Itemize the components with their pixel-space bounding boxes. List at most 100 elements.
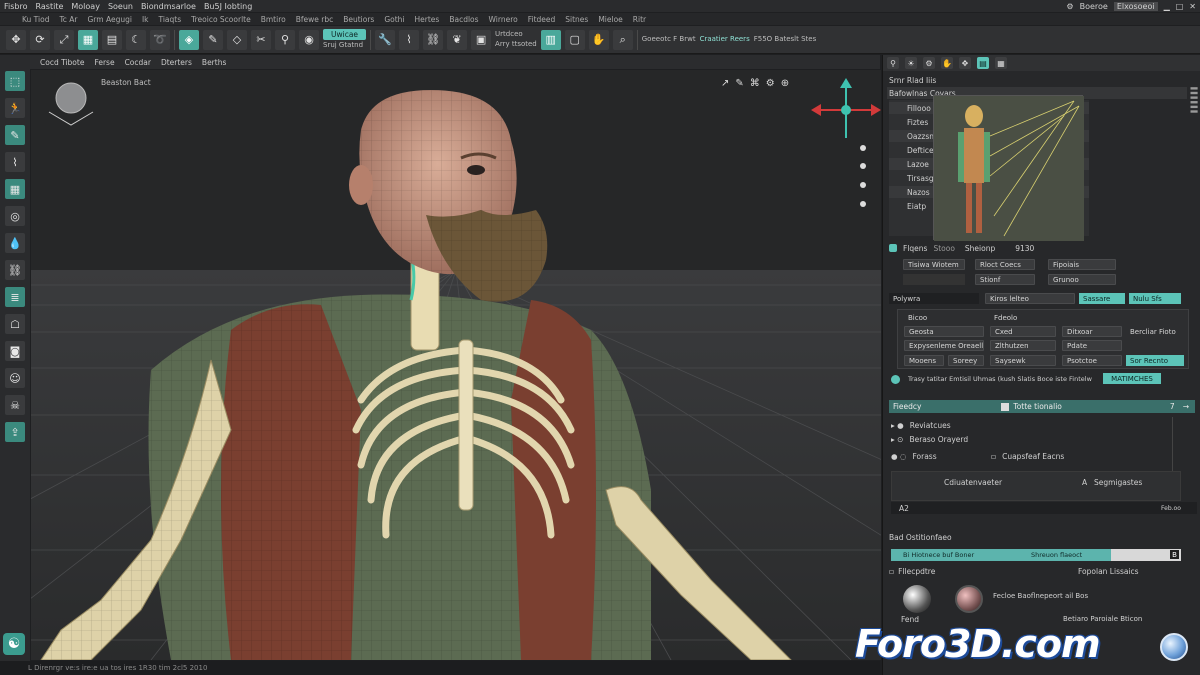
diamond-tool-icon[interactable]: ◇ [227, 29, 247, 50]
orbit-icon[interactable]: ◎ [5, 206, 25, 226]
material-button[interactable]: Fecloe Baoflnepeort ail Bos [993, 590, 1088, 602]
menu-item-2[interactable]: Rastite [36, 2, 64, 11]
material-ball-1[interactable] [903, 585, 931, 613]
viewport-menu-4[interactable]: Dterters [161, 58, 192, 67]
menu-item-6[interactable]: Bu5J Iobting [204, 2, 252, 11]
grid-icon[interactable]: ▦ [5, 179, 25, 199]
viewport-menu-1[interactable]: Cocd Tibote [40, 58, 84, 67]
tab-9[interactable]: Beutiors [343, 15, 374, 24]
minimize-icon[interactable]: ▁ [1164, 2, 1170, 11]
bone-tool-icon[interactable]: ⌇ [399, 29, 420, 50]
person-icon[interactable]: ☺ [5, 368, 25, 388]
table-cell[interactable]: Geosta [904, 326, 984, 337]
grid-tool-icon[interactable]: ▤ [102, 29, 122, 50]
viewport-menu-2[interactable]: Ferse [94, 58, 114, 67]
maximize-icon[interactable]: □ [1176, 2, 1184, 11]
chain-tool-icon[interactable]: ⛓ [423, 29, 444, 50]
field-label-1[interactable]: Tisiwa Wiotem [903, 259, 965, 270]
mode-pill[interactable]: Uwicae [323, 29, 367, 40]
field-value-1[interactable]: Rloct Coecs [975, 259, 1035, 270]
export-icon[interactable]: ⇪ [5, 422, 25, 442]
droplet-icon[interactable]: 💧 [5, 233, 25, 253]
section-1-arrow-icon[interactable]: → [1183, 402, 1189, 411]
camera-icon[interactable]: ◙ [5, 341, 25, 361]
app-logo-icon[interactable]: ☯ [3, 633, 25, 655]
slider-end-icon[interactable]: B [1170, 550, 1179, 559]
pin-icon[interactable]: ⚲ [887, 57, 899, 69]
table-cell[interactable]: Soreey [948, 355, 984, 366]
cube-tool-icon[interactable]: ▣ [471, 29, 492, 50]
transform-icon[interactable]: ✥ [959, 57, 971, 69]
search-icon[interactable]: ⌕ [612, 29, 633, 50]
select-icon[interactable]: ⬚ [5, 71, 25, 91]
layers-icon[interactable]: ≣ [5, 287, 25, 307]
field-value-2[interactable]: Stionf [975, 274, 1035, 285]
brush-tool-icon[interactable]: ✎ [203, 29, 223, 50]
hand-icon[interactable]: ✋ [941, 57, 953, 69]
light-icon[interactable]: ☀ [905, 57, 917, 69]
scale-tool-icon[interactable]: ⤢ [54, 29, 74, 50]
tab-5[interactable]: Tiaqts [159, 15, 182, 24]
table-cell[interactable]: Psotctoe [1062, 355, 1122, 366]
tree-item[interactable]: ▸ ● Reviatcues [891, 419, 951, 431]
menu-item-1[interactable]: Fisbro [4, 2, 28, 11]
table-cell[interactable]: Sor Recnto [1126, 355, 1184, 366]
tab-15[interactable]: Sitnes [565, 15, 588, 24]
tab-14[interactable]: Fitdeed [528, 15, 556, 24]
table-cell[interactable]: Expysenleme Oreaell [904, 340, 984, 351]
lasso-icon[interactable]: ➰ [150, 29, 170, 50]
tab-13[interactable]: Wirnero [489, 15, 518, 24]
tab-10[interactable]: Gothi [384, 15, 404, 24]
settings-icon[interactable]: ⚙ [1066, 2, 1073, 11]
view-sphere[interactable] [55, 82, 87, 114]
pin-tool-icon[interactable]: ⚲ [275, 29, 295, 50]
menu-item-3[interactable]: Moloay [71, 2, 100, 11]
paint-tool-icon[interactable]: ▥ [540, 29, 561, 50]
tab-12[interactable]: Bacdlos [449, 15, 478, 24]
leaf-tool-icon[interactable]: ❦ [447, 29, 468, 50]
filter-input[interactable]: Polywra [889, 293, 979, 304]
tab-17[interactable]: Ritr [633, 15, 646, 24]
viewport-menu-5[interactable]: Berths [202, 58, 226, 67]
3d-viewport[interactable]: Beaston Bact ↗✎⌘⚙⊕ [31, 70, 881, 660]
knife-tool-icon[interactable]: ✂ [251, 29, 271, 50]
tree-item[interactable]: ● ◌ Forass [891, 450, 937, 462]
table-cell[interactable]: Zlthutzen [990, 340, 1056, 351]
section-header-1[interactable]: Fieedcy Totte tionalio 7 → [889, 400, 1195, 413]
filter-option-1[interactable]: Kiros lelteo [985, 293, 1075, 304]
tab-16[interactable]: Mieloe [598, 15, 622, 24]
tab-4[interactable]: Ik [142, 15, 149, 24]
menu-item-5[interactable]: Biondmsarloe [141, 2, 196, 11]
panel-vertical-scroll[interactable]: ▐▐▐▐▐▐ [1189, 85, 1197, 245]
select-tool-icon[interactable]: ▦ [78, 29, 98, 50]
blend-slider[interactable]: Bi Hiotnece buf Boner Shreuon flaeoct B [891, 549, 1181, 561]
viewport-menu-3[interactable]: Cocdar [125, 58, 151, 67]
field-value-4[interactable]: Grunoo [1048, 274, 1116, 285]
tree-item[interactable]: ▫ Cuapsfeaf Eacns [991, 450, 1064, 462]
wrench-tool-icon[interactable]: 🔧 [375, 29, 396, 50]
tab-7[interactable]: Bmtiro [261, 15, 286, 24]
table-cell[interactable]: Mooens [904, 355, 944, 366]
tab-6[interactable]: Treoico Scoorlte [191, 15, 251, 24]
gear-icon[interactable]: ⚙ [923, 57, 935, 69]
tab-2[interactable]: Tc Ar [59, 15, 77, 24]
figure-icon[interactable]: ☖ [5, 314, 25, 334]
filter-option-3[interactable]: Nulu Sfs [1129, 293, 1181, 304]
table-cell[interactable]: Ditxoar [1062, 326, 1122, 337]
frame-tool-icon[interactable]: ▢ [564, 29, 585, 50]
viewport-view-icons[interactable]: ↗✎⌘⚙⊕ [721, 78, 795, 89]
link-icon[interactable]: ⛓ [5, 260, 25, 280]
tab-3[interactable]: Grm Aegugi [88, 15, 132, 24]
tab-1[interactable]: Ku Tiod [22, 15, 49, 24]
mesh-tool-icon[interactable]: ◈ [179, 29, 199, 50]
layer-value-bar[interactable]: A2 Feb.oo [891, 502, 1197, 514]
grid-icon[interactable]: ▦ [995, 57, 1007, 69]
layers-icon[interactable]: ▤ [977, 57, 989, 69]
move-tool-icon[interactable]: ✥ [6, 29, 26, 50]
close-icon[interactable]: ✕ [1189, 2, 1196, 11]
rotate-tool-icon[interactable]: ⟳ [30, 29, 50, 50]
checkbox-icon[interactable] [889, 244, 897, 252]
moon-icon[interactable]: ☾ [126, 29, 146, 50]
info-button[interactable]: MATIMCHES [1103, 373, 1161, 384]
material-ball-2[interactable] [955, 585, 983, 613]
